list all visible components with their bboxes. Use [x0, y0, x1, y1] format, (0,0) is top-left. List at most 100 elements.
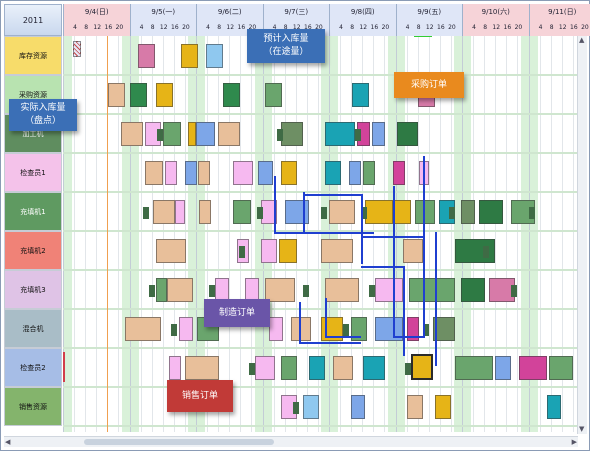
hour-ticks: 4 8 12 16 20 — [397, 20, 463, 35]
order-bar[interactable] — [455, 239, 495, 263]
order-bar[interactable] — [403, 239, 423, 263]
order-bar[interactable] — [255, 356, 275, 380]
order-bar[interactable] — [163, 122, 181, 146]
order-bar[interactable] — [269, 317, 283, 341]
setup-marker — [143, 207, 149, 219]
order-bar[interactable] — [372, 122, 385, 146]
resource-label[interactable]: 检查员2 — [4, 348, 62, 387]
order-bar[interactable] — [351, 395, 365, 419]
vertical-scrollbar[interactable]: ▲ ▼ — [577, 36, 587, 434]
order-bar[interactable] — [435, 395, 451, 419]
order-bar[interactable] — [279, 239, 297, 263]
order-bar[interactable] — [349, 161, 361, 185]
order-bar[interactable] — [199, 200, 211, 224]
resource-label[interactable]: 库存资源 — [4, 36, 62, 75]
order-bar[interactable] — [265, 83, 282, 107]
order-bar[interactable] — [325, 122, 355, 146]
order-bar[interactable] — [258, 161, 273, 185]
resource-label[interactable]: 充填机3 — [4, 270, 62, 309]
order-bar[interactable] — [138, 44, 155, 68]
order-bar[interactable] — [281, 122, 303, 146]
hour-tick-label: 4 — [405, 24, 410, 31]
setup-marker — [529, 207, 535, 219]
order-bar[interactable] — [547, 395, 561, 419]
order-bar[interactable] — [130, 83, 147, 107]
order-bar[interactable] — [393, 161, 405, 185]
order-bar[interactable] — [156, 83, 173, 107]
horizontal-scrollbar[interactable]: ◀ ▶ — [4, 436, 578, 447]
selected-order-bar[interactable] — [411, 354, 433, 380]
resource-label[interactable]: 充填机2 — [4, 231, 62, 270]
setup-marker — [449, 207, 455, 219]
order-bar[interactable] — [175, 200, 185, 224]
scroll-right-icon[interactable]: ▶ — [572, 438, 577, 447]
day-label: 9/9(五) — [417, 8, 442, 16]
order-bar[interactable] — [333, 356, 353, 380]
order-bar[interactable] — [549, 356, 573, 380]
order-bar[interactable] — [223, 83, 240, 107]
order-bar[interactable] — [281, 356, 297, 380]
order-bar[interactable] — [167, 278, 193, 302]
resource-label[interactable]: 销售资源 — [4, 387, 62, 426]
order-bar[interactable] — [495, 356, 511, 380]
order-bar[interactable] — [281, 161, 297, 185]
order-bar[interactable] — [153, 200, 175, 224]
horizontal-scroll-thumb[interactable] — [84, 439, 274, 445]
order-bar[interactable] — [185, 356, 219, 380]
order-bar[interactable] — [363, 356, 385, 380]
scroll-down-icon[interactable]: ▼ — [579, 425, 584, 434]
order-bar[interactable] — [188, 122, 196, 146]
order-bar[interactable] — [461, 200, 475, 224]
resource-label[interactable]: 充填机1 — [4, 192, 62, 231]
hour-ticks: 4 8 12 16 20 — [131, 20, 197, 35]
order-bar[interactable] — [156, 239, 186, 263]
order-bar[interactable] — [206, 44, 223, 68]
order-bar[interactable] — [479, 200, 503, 224]
order-bar[interactable] — [121, 122, 143, 146]
gantt-grid[interactable] — [63, 36, 579, 432]
order-bar[interactable] — [352, 83, 369, 107]
order-bar[interactable] — [461, 278, 485, 302]
resource-label[interactable]: 混合机 — [4, 309, 62, 348]
order-bar[interactable] — [325, 278, 359, 302]
resource-label[interactable]: 检查员1 — [4, 153, 62, 192]
order-bar[interactable] — [285, 200, 309, 224]
order-bar[interactable] — [519, 356, 547, 380]
order-bar[interactable] — [393, 200, 411, 224]
order-bar[interactable] — [179, 317, 193, 341]
order-bar[interactable] — [165, 161, 177, 185]
order-bar[interactable] — [196, 122, 215, 146]
order-bar[interactable] — [375, 278, 403, 302]
order-bar[interactable] — [108, 83, 125, 107]
order-bar[interactable] — [321, 239, 353, 263]
order-bar[interactable] — [397, 122, 418, 146]
order-bar[interactable] — [329, 200, 355, 224]
order-bar[interactable] — [181, 44, 198, 68]
order-bar[interactable] — [185, 161, 197, 185]
hour-ticks: 4 8 12 16 20 — [64, 20, 130, 35]
order-bar[interactable] — [125, 317, 161, 341]
order-bar[interactable] — [325, 161, 341, 185]
order-bar[interactable] — [198, 161, 210, 185]
order-bar[interactable] — [303, 395, 319, 419]
scheduler-window: 2011 9/4(日) 4 8 12 16 20 9/5(一) 4 8 12 16 20 9/6(二) 4… — [0, 0, 590, 451]
order-bar[interactable] — [156, 278, 167, 302]
order-bar[interactable] — [455, 356, 493, 380]
order-bar[interactable] — [233, 200, 251, 224]
order-bar[interactable] — [233, 161, 253, 185]
order-bar[interactable] — [409, 278, 455, 302]
order-bar[interactable] — [309, 356, 325, 380]
order-bar[interactable] — [218, 122, 240, 146]
order-bar[interactable] — [291, 317, 311, 341]
order-bar[interactable] — [73, 41, 81, 57]
scroll-left-icon[interactable]: ◀ — [5, 438, 10, 447]
order-bar[interactable] — [415, 200, 435, 224]
order-bar[interactable] — [407, 395, 423, 419]
order-bar[interactable] — [365, 200, 393, 224]
order-bar[interactable] — [145, 161, 163, 185]
pegging-link — [423, 156, 425, 338]
order-bar[interactable] — [363, 161, 375, 185]
order-bar[interactable] — [261, 239, 277, 263]
order-bar[interactable] — [169, 356, 181, 380]
scroll-up-icon[interactable]: ▲ — [579, 36, 584, 45]
